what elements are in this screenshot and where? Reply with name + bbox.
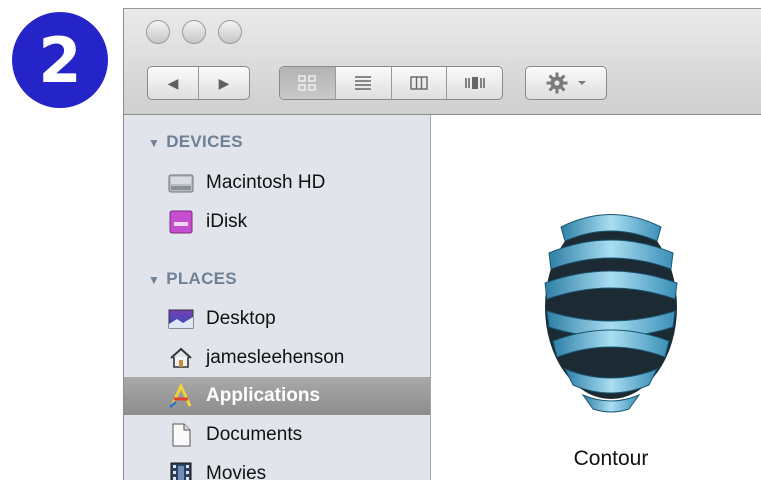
sidebar-item-documents[interactable]: Documents (124, 416, 430, 454)
disclosure-triangle-icon: ▼ (148, 136, 161, 150)
step-number: 2 (38, 23, 82, 97)
icon-view-button[interactable] (280, 67, 336, 99)
list-view-icon (355, 76, 372, 90)
contour-app-label[interactable]: Contour (511, 447, 711, 471)
coverflow-view-button[interactable] (447, 67, 502, 99)
documents-icon (168, 422, 194, 448)
toolbar: ◀ ▶ (124, 9, 761, 115)
coverflow-view-icon (464, 77, 485, 89)
finder-window: ◀ ▶ ▼ DEVICES Macintosh HD iDisk ▼ PLACE… (123, 8, 761, 480)
sidebar-item-label: jamesleehenson (206, 347, 345, 368)
idisk-icon (168, 209, 194, 235)
sidebar-item-movies[interactable]: Movies (124, 455, 430, 480)
home-icon (168, 345, 194, 371)
column-view-button[interactable] (392, 67, 448, 99)
file-browser-content: Contour (431, 115, 761, 480)
list-view-button[interactable] (336, 67, 392, 99)
sidebar: ▼ DEVICES Macintosh HD iDisk ▼ PLACES De… (124, 115, 431, 480)
chevron-down-icon (578, 81, 586, 85)
sidebar-item-label: Documents (206, 424, 303, 445)
minimize-window-button[interactable] (182, 20, 206, 44)
sidebar-item-jamesleehenson[interactable]: jamesleehenson (124, 339, 430, 377)
close-window-button[interactable] (146, 20, 170, 44)
movies-icon (168, 461, 194, 480)
applications-icon (168, 383, 194, 409)
zoom-window-button[interactable] (218, 20, 242, 44)
devices-section-header[interactable]: ▼ DEVICES (148, 132, 243, 152)
contour-app-icon[interactable] (531, 207, 691, 417)
disclosure-triangle-icon: ▼ (148, 273, 161, 287)
back-button[interactable]: ◀ (148, 67, 199, 99)
sidebar-item-macintosh-hd[interactable]: Macintosh HD (124, 164, 430, 202)
column-view-icon (410, 76, 428, 90)
step-number-badge: 2 (12, 12, 108, 108)
gear-icon (546, 72, 568, 94)
forward-arrow-icon: ▶ (218, 74, 230, 91)
forward-button[interactable]: ▶ (199, 67, 249, 99)
sidebar-item-label: Macintosh HD (206, 172, 326, 193)
sidebar-item-desktop[interactable]: Desktop (124, 300, 430, 338)
sidebar-item-label: iDisk (206, 211, 248, 232)
back-arrow-icon: ◀ (167, 74, 179, 91)
sidebar-item-applications[interactable]: Applications (124, 377, 430, 415)
sidebar-item-label: Movies (206, 463, 267, 480)
hard-drive-icon (168, 170, 194, 196)
desktop-icon (168, 306, 194, 332)
back-forward-control: ◀ ▶ (147, 66, 250, 100)
sidebar-item-label: Desktop (206, 308, 276, 329)
places-section-header[interactable]: ▼ PLACES (148, 269, 237, 289)
icon-view-icon (298, 75, 317, 91)
sidebar-item-label: Applications (206, 385, 321, 406)
action-menu-button[interactable] (525, 66, 607, 100)
view-mode-control (279, 66, 503, 100)
sidebar-item-idisk[interactable]: iDisk (124, 203, 430, 241)
